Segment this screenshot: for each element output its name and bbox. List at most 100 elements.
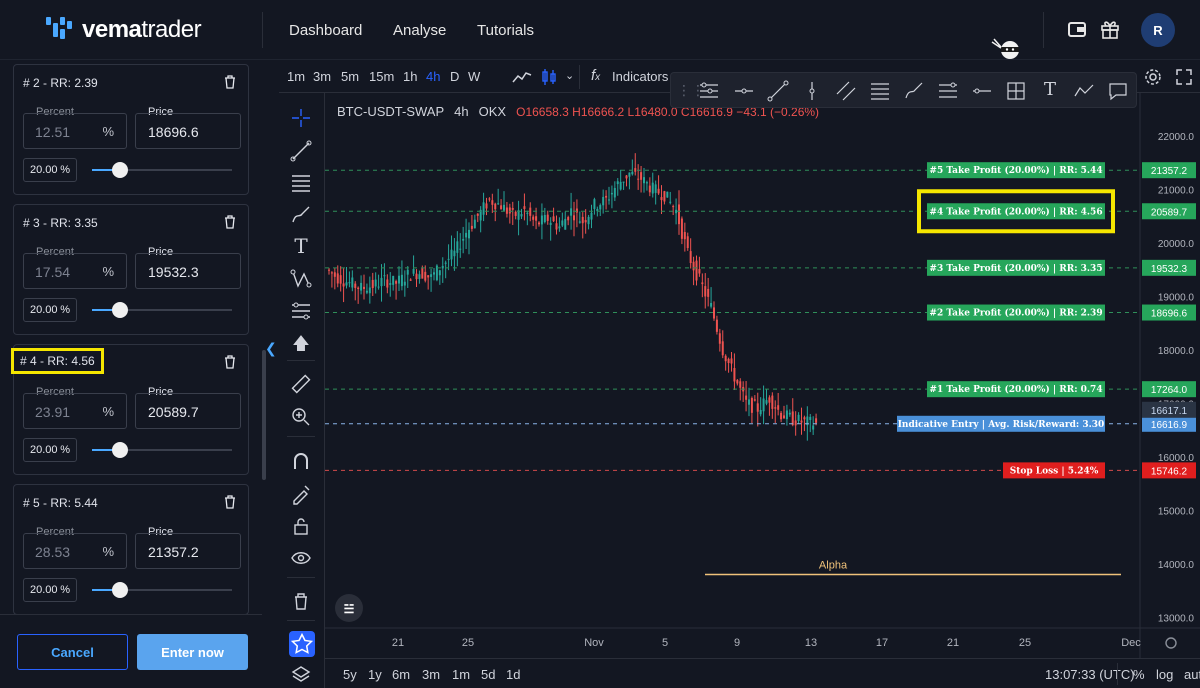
vertical-line-icon[interactable] [801,80,823,102]
range-1d[interactable]: 1d [506,667,520,682]
horizontal-ray-icon[interactable] [733,80,755,102]
zoom-in-icon[interactable] [290,406,312,428]
slider-thumb[interactable] [112,442,128,458]
slider-thumb[interactable] [112,302,128,318]
log-scale-toggle[interactable]: log [1156,667,1173,682]
path-icon[interactable] [1073,80,1095,102]
timeframe-5m[interactable]: 5m [341,69,359,84]
comment-icon[interactable] [1107,80,1129,102]
nav-analyse[interactable]: Analyse [393,22,446,39]
magnet-icon[interactable] [290,450,312,472]
slider-thumb[interactable] [112,582,128,598]
arrow-up-icon[interactable]: 🡅 [290,331,312,353]
allocation-slider[interactable] [92,162,232,178]
indicators-fx-icon[interactable]: fx [591,67,600,84]
lock-icon[interactable] [290,515,312,537]
range-1m[interactable]: 1m [452,667,470,682]
allocation-input[interactable]: 20.00% [23,298,77,322]
settings-gear-icon[interactable] [1143,67,1163,87]
trash-icon[interactable] [290,590,312,612]
timeframe-1m[interactable]: 1m [287,69,305,84]
collapse-panel-chevron-icon[interactable]: ❮ [265,340,279,362]
slider-thumb[interactable] [112,162,128,178]
timeframe-15m[interactable]: 15m [369,69,394,84]
timeframe-1h[interactable]: 1h [403,69,417,84]
candle-body [336,273,339,284]
fb-trend-line-icon[interactable] [767,80,789,102]
timeframe-4h[interactable]: 4h [426,69,440,84]
candle-chart-type-icon[interactable] [539,67,559,87]
delete-trash-icon[interactable] [224,75,236,89]
timeframe-D[interactable]: D [450,69,459,84]
percent-input[interactable]: 17.54% [23,253,127,289]
chart-type-dropdown-chevron-icon[interactable]: ⌄ [565,69,574,82]
prediction-tool-icon[interactable] [290,300,312,322]
eye-icon[interactable] [290,547,312,569]
nav-dashboard[interactable]: Dashboard [289,22,362,39]
enter-now-button[interactable]: Enter now [137,634,248,670]
allocation-slider[interactable] [92,302,232,318]
allocation-slider[interactable] [92,442,232,458]
vematrader-logo[interactable]: vematrader [44,14,202,46]
fb-brush-icon[interactable] [903,80,925,102]
fib-retracement-icon[interactable] [869,80,891,102]
gift-icon[interactable] [1099,18,1121,40]
utc-clock[interactable]: 13:07:33 (UTC) [1045,667,1135,682]
range-6m[interactable]: 6m [392,667,410,682]
percent-input[interactable]: 23.91% [23,393,127,429]
cancel-button[interactable]: Cancel [17,634,128,670]
percent-input[interactable]: 28.53% [23,533,127,569]
rectangle-grid-icon[interactable] [1005,80,1027,102]
candle-body [724,355,727,362]
time-tick-label: Dec [1121,637,1141,649]
lock-drawing-icon[interactable] [290,483,312,505]
level-label: Stop Loss | 5.24% [1010,466,1099,476]
allocation-input[interactable]: 20.00% [23,438,77,462]
ruler-icon[interactable] [290,373,312,395]
panel-scrollbar[interactable] [262,350,266,480]
fb-prediction-icon[interactable] [937,80,959,102]
position-tool-icon[interactable] [698,80,720,102]
percent-scale-toggle[interactable]: % [1133,667,1145,682]
percent-input[interactable]: 12.51% [23,113,127,149]
candle-body [748,399,750,405]
candle-body [538,222,540,225]
price-input[interactable]: 20589.7 [135,393,241,429]
text-tool-icon[interactable]: T [290,234,312,258]
range-3m[interactable]: 3m [422,667,440,682]
trend-line-icon[interactable] [290,140,312,162]
delete-trash-icon[interactable] [224,215,236,229]
fib-lines-icon[interactable] [290,172,312,194]
delete-trash-icon[interactable] [224,355,236,369]
price-chart[interactable]: 22000.021000.020000.019000.018000.017000… [325,93,1200,658]
candle-body [462,238,465,241]
range-5d[interactable]: 5d [481,667,495,682]
nav-tutorials[interactable]: Tutorials [477,22,534,39]
fullscreen-icon[interactable] [1174,67,1194,87]
wallet-icon[interactable] [1066,18,1088,40]
line-chart-type-icon[interactable] [511,68,533,86]
timeframe-W[interactable]: W [468,69,480,84]
fb-text-icon[interactable]: T [1039,79,1061,101]
parallel-channel-icon[interactable] [835,80,857,102]
allocation-input[interactable]: 20.00% [23,578,77,602]
layers-icon[interactable] [290,664,312,686]
price-input[interactable]: 18696.6 [135,113,241,149]
pattern-icon[interactable] [290,268,312,290]
last-price-tag: 16617.1 [1151,406,1188,417]
user-avatar[interactable]: R [1141,13,1175,47]
brush-icon[interactable] [290,204,312,226]
price-input[interactable]: 21357.2 [135,533,241,569]
crosshair-icon[interactable] [290,107,312,129]
auto-scale-toggle[interactable]: auto [1184,667,1200,682]
allocation-slider[interactable] [92,582,232,598]
price-input[interactable]: 19532.3 [135,253,241,289]
range-5y[interactable]: 5y [343,667,357,682]
favorites-star-button[interactable] [289,631,315,657]
indicators-button[interactable]: Indicators [612,69,668,84]
horizontal-line-icon[interactable] [971,80,993,102]
timeframe-3m[interactable]: 3m [313,69,331,84]
delete-trash-icon[interactable] [224,495,236,509]
allocation-input[interactable]: 20.00% [23,158,77,182]
range-1y[interactable]: 1y [368,667,382,682]
